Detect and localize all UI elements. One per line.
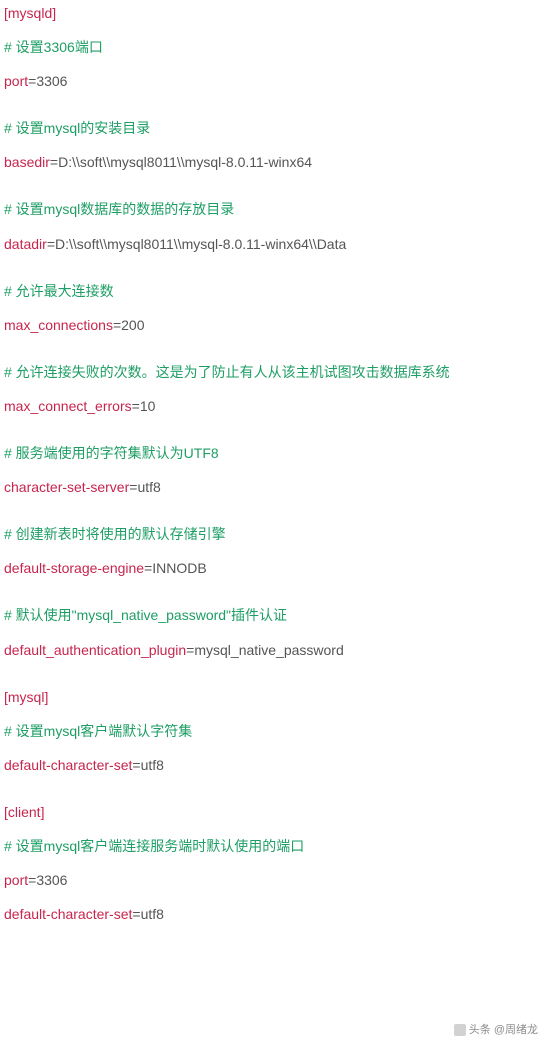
kv-mysql-charset: default-character-set=utf8	[4, 756, 544, 776]
comment-text: # 设置3306端口	[4, 39, 103, 55]
key: port	[4, 872, 28, 888]
kv-maxconn: max_connections=200	[4, 316, 544, 336]
comment-text: # 允许连接失败的次数。这是为了防止有人从该主机试图攻击数据库系统	[4, 364, 450, 380]
blank-line	[4, 106, 544, 119]
value: utf8	[137, 479, 160, 495]
section-mysql: [mysql]	[4, 688, 544, 708]
section-client: [client]	[4, 803, 544, 823]
kv-auth-plugin: default_authentication_plugin=mysql_nati…	[4, 641, 544, 661]
key: port	[4, 73, 28, 89]
comment-text: # 设置mysql客户端连接服务端时默认使用的端口	[4, 838, 304, 854]
key: max_connect_errors	[4, 398, 132, 414]
comment-text: # 设置mysql客户端默认字符集	[4, 723, 192, 739]
kv-port: port=3306	[4, 72, 544, 92]
kv-datadir: datadir=D:\\soft\\mysql8011\\mysql-8.0.1…	[4, 235, 544, 255]
comment-text: # 设置mysql的安装目录	[4, 120, 150, 136]
equals: =	[50, 154, 58, 170]
comment-port: # 设置3306端口	[4, 38, 544, 58]
kv-basedir: basedir=D:\\soft\\mysql8011\\mysql-8.0.1…	[4, 153, 544, 173]
equals: =	[47, 236, 55, 252]
equals: =	[132, 757, 140, 773]
key: default-character-set	[4, 906, 132, 922]
comment-client: # 设置mysql客户端连接服务端时默认使用的端口	[4, 837, 544, 857]
comment-mysql-charset: # 设置mysql客户端默认字符集	[4, 722, 544, 742]
key: basedir	[4, 154, 50, 170]
blank-line	[4, 593, 544, 606]
comment-storage-engine: # 创建新表时将使用的默认存储引擎	[4, 525, 544, 545]
equals: =	[132, 906, 140, 922]
key: datadir	[4, 236, 47, 252]
section-mysqld: [mysqld]	[4, 4, 544, 24]
blank-line	[4, 269, 544, 282]
comment-text: # 默认使用"mysql_native_password"插件认证	[4, 607, 287, 623]
comment-text: # 服务端使用的字符集默认为UTF8	[4, 445, 219, 461]
value: mysql_native_password	[194, 642, 343, 658]
section-label: [mysqld]	[4, 5, 56, 21]
comment-charset-server: # 服务端使用的字符集默认为UTF8	[4, 444, 544, 464]
kv-charset-server: character-set-server=utf8	[4, 478, 544, 498]
watermark-icon	[454, 1024, 466, 1036]
value: D:\\soft\\mysql8011\\mysql-8.0.11-winx64…	[55, 236, 346, 252]
blank-line	[4, 675, 544, 688]
comment-basedir: # 设置mysql的安装目录	[4, 119, 544, 139]
section-label: [mysql]	[4, 689, 48, 705]
value: utf8	[141, 757, 164, 773]
comment-text: # 允许最大连接数	[4, 283, 114, 299]
kv-client-port: port=3306	[4, 871, 544, 891]
blank-line	[4, 431, 544, 444]
equals: =	[132, 398, 140, 414]
blank-line	[4, 790, 544, 803]
key: character-set-server	[4, 479, 129, 495]
value: D:\\soft\\mysql8011\\mysql-8.0.11-winx64	[58, 154, 312, 170]
comment-maxconnerr: # 允许连接失败的次数。这是为了防止有人从该主机试图攻击数据库系统	[4, 363, 544, 383]
watermark-text: 头条 @周绪龙	[469, 1024, 538, 1036]
blank-line	[4, 512, 544, 525]
comment-auth-plugin: # 默认使用"mysql_native_password"插件认证	[4, 606, 544, 626]
comment-maxconn: # 允许最大连接数	[4, 282, 544, 302]
value: 3306	[36, 872, 67, 888]
kv-maxconnerr: max_connect_errors=10	[4, 397, 544, 417]
key: default-character-set	[4, 757, 132, 773]
kv-storage-engine: default-storage-engine=INNODB	[4, 559, 544, 579]
watermark: 头条 @周绪龙	[454, 1023, 538, 1038]
comment-text: # 创建新表时将使用的默认存储引擎	[4, 526, 226, 542]
value: 10	[140, 398, 156, 414]
value: 200	[121, 317, 144, 333]
key: default_authentication_plugin	[4, 642, 186, 658]
value: 3306	[36, 73, 67, 89]
kv-client-charset: default-character-set=utf8	[4, 905, 544, 925]
section-label: [client]	[4, 804, 44, 820]
key: default-storage-engine	[4, 560, 144, 576]
equals: =	[113, 317, 121, 333]
value: utf8	[141, 906, 164, 922]
blank-line	[4, 187, 544, 200]
comment-datadir: # 设置mysql数据库的数据的存放目录	[4, 200, 544, 220]
key: max_connections	[4, 317, 113, 333]
comment-text: # 设置mysql数据库的数据的存放目录	[4, 201, 234, 217]
blank-line	[4, 350, 544, 363]
value: INNODB	[152, 560, 206, 576]
